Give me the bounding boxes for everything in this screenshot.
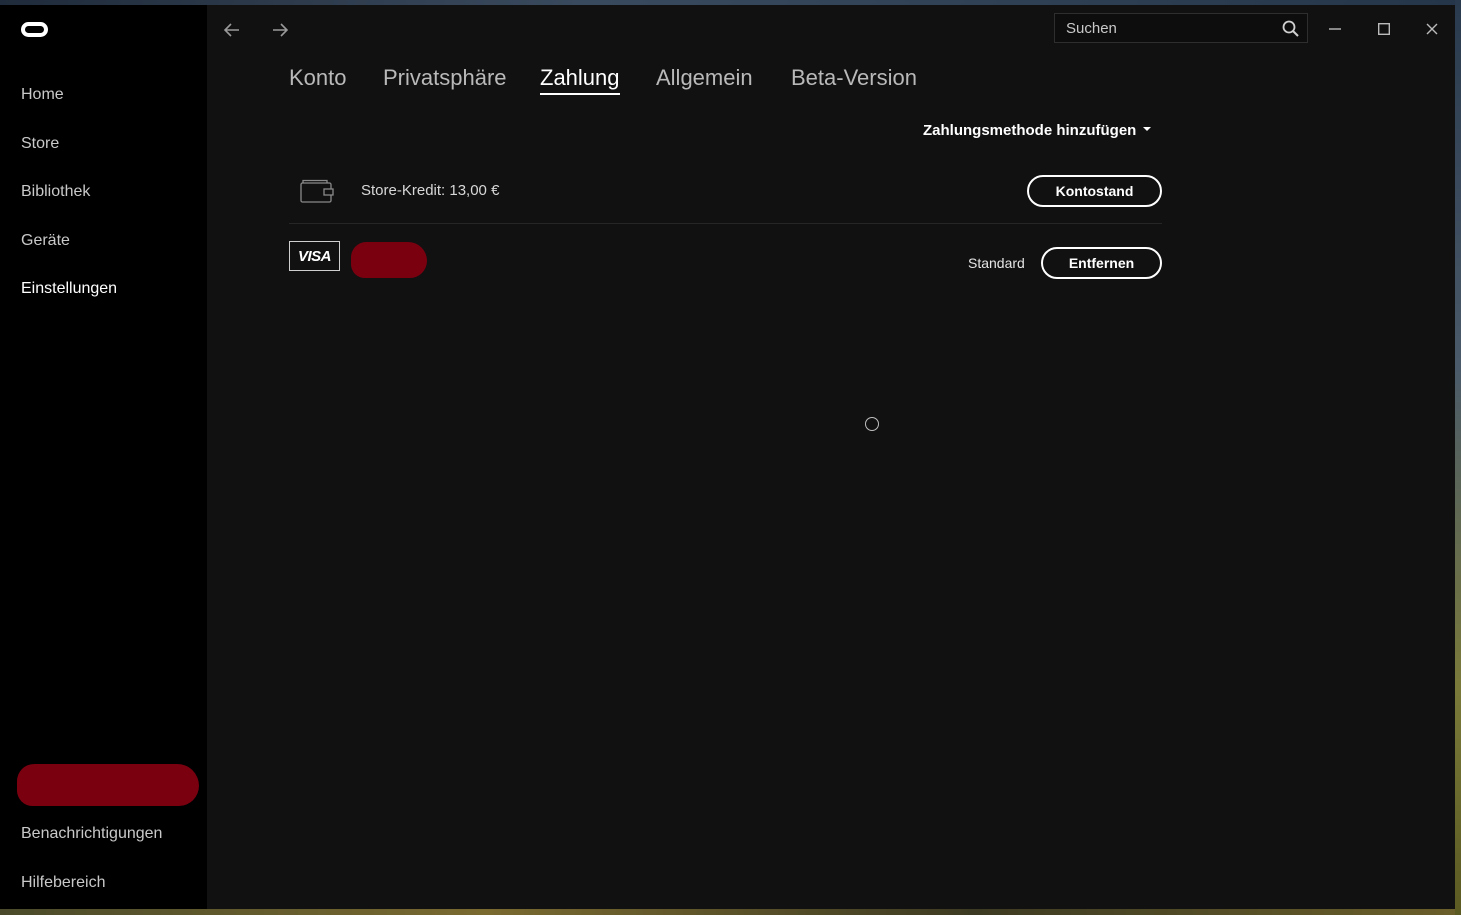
sidebar: Home Store Bibliothek Geräte Einstellung…	[0, 5, 207, 909]
tab-beta[interactable]: Beta-Version	[791, 65, 917, 93]
caret-down-icon	[1143, 127, 1152, 132]
arrow-right-icon	[273, 23, 288, 37]
search-box	[1054, 13, 1308, 43]
maximize-icon	[1378, 23, 1390, 35]
sidebar-item-notifications[interactable]: Benachrichtigungen	[21, 825, 162, 843]
desktop-wallpaper-edge	[1455, 0, 1461, 915]
visa-card-logo: VISA	[289, 241, 340, 271]
default-status-label: Standard	[968, 255, 1025, 271]
search-input[interactable]	[1055, 14, 1275, 42]
close-icon	[1426, 23, 1438, 35]
loading-spinner-icon	[865, 417, 879, 431]
search-icon[interactable]	[1282, 20, 1299, 37]
add-payment-method-dropdown[interactable]: Zahlungsmethode hinzufügen	[923, 122, 1152, 139]
tab-privacy[interactable]: Privatsphäre	[383, 65, 507, 93]
maximize-button[interactable]	[1369, 14, 1399, 44]
divider	[289, 223, 1162, 224]
minimize-button[interactable]	[1320, 14, 1350, 44]
redacted-user-name	[17, 764, 199, 806]
tab-payment[interactable]: Zahlung	[540, 65, 620, 95]
sidebar-item-settings[interactable]: Einstellungen	[21, 280, 117, 298]
tab-general[interactable]: Allgemein	[656, 65, 753, 93]
app-window: Home Store Bibliothek Geräte Einstellung…	[0, 5, 1455, 909]
tab-account[interactable]: Konto	[289, 65, 347, 93]
sidebar-item-home[interactable]: Home	[21, 86, 64, 104]
store-credit-label: Store-Kredit: 13,00 €	[361, 182, 500, 199]
forward-button[interactable]	[265, 15, 295, 45]
sidebar-item-devices[interactable]: Geräte	[21, 232, 70, 250]
app-logo-icon[interactable]	[21, 22, 48, 37]
back-button[interactable]	[217, 15, 247, 45]
close-button[interactable]	[1417, 14, 1447, 44]
wallet-icon	[300, 179, 334, 203]
arrow-left-icon	[224, 23, 239, 37]
redacted-card-number	[351, 242, 427, 278]
sidebar-item-store[interactable]: Store	[21, 135, 59, 153]
desktop-wallpaper	[0, 909, 1461, 915]
balance-button[interactable]: Kontostand	[1027, 175, 1162, 207]
sidebar-item-help[interactable]: Hilfebereich	[21, 874, 105, 892]
remove-card-button[interactable]: Entfernen	[1041, 247, 1162, 279]
sidebar-item-library[interactable]: Bibliothek	[21, 183, 90, 201]
add-payment-method-label: Zahlungsmethode hinzufügen	[923, 122, 1137, 139]
minimize-icon	[1329, 28, 1341, 30]
